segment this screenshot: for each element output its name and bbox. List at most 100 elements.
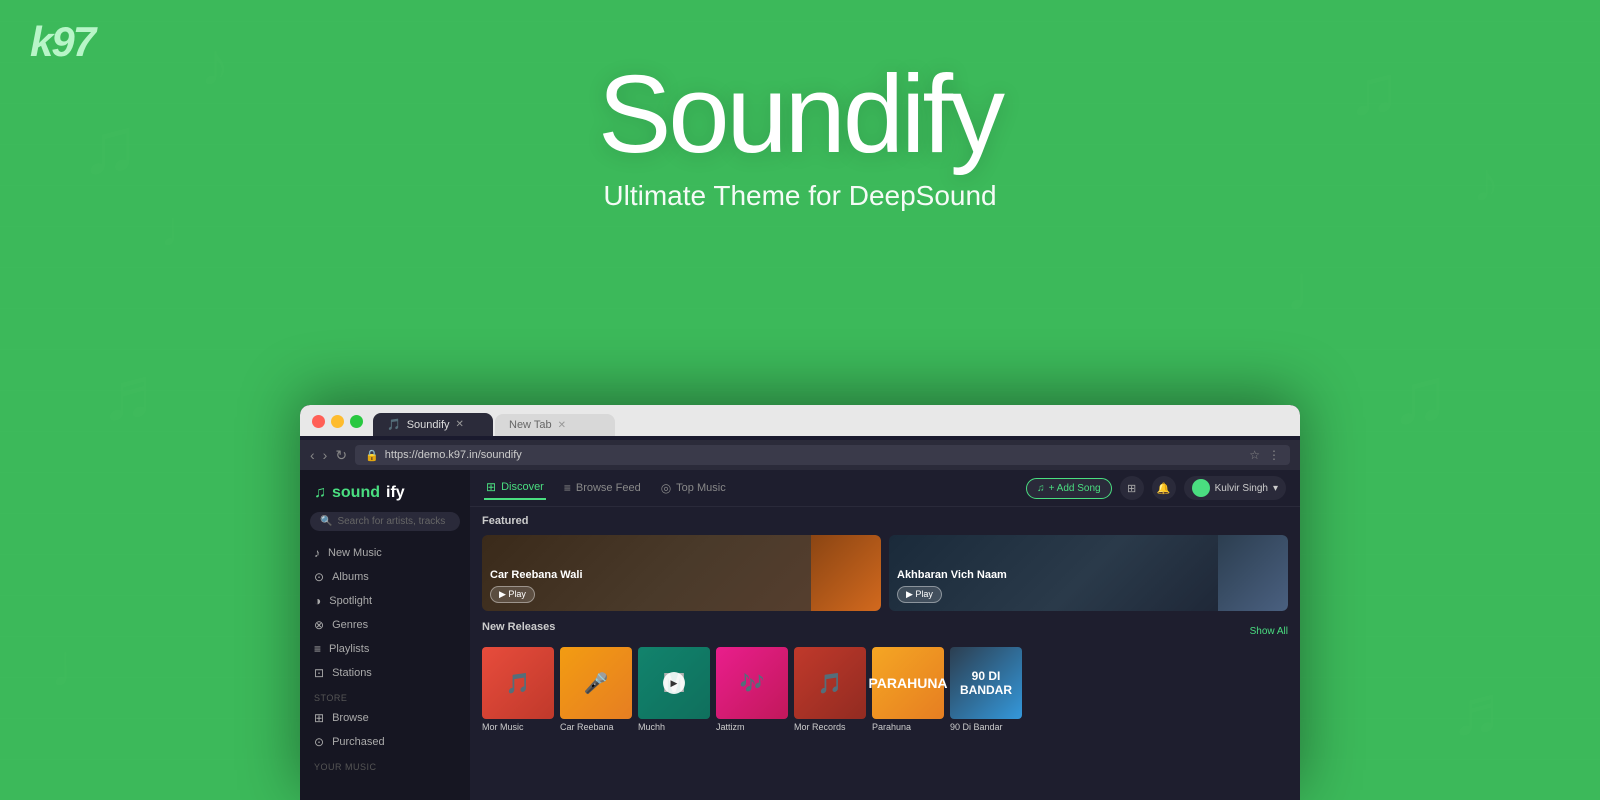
- playlists-icon: ≡: [314, 642, 321, 656]
- grid-icon: ⊞: [1127, 482, 1136, 495]
- featured-play-2[interactable]: ▶ Play: [897, 586, 942, 603]
- user-name: Kulvir Singh: [1215, 483, 1268, 494]
- top-music-tab-icon: ◎: [661, 481, 671, 495]
- featured-play-1[interactable]: ▶ Play: [490, 586, 535, 603]
- bookmark-icon[interactable]: ☆: [1249, 448, 1260, 462]
- user-menu-button[interactable]: Kulvir Singh ▾: [1184, 476, 1286, 500]
- hero-title: Soundify: [0, 60, 1600, 170]
- release-card-7[interactable]: 90 DI BANDAR 90 Di Bandar: [950, 647, 1022, 732]
- hero-section: Soundify Ultimate Theme for DeepSound: [0, 60, 1600, 212]
- spotlight-icon: ◑: [314, 594, 321, 608]
- logo-text-colored: sound: [332, 484, 380, 502]
- release-thumb-wrap-6: PARAHUNA: [872, 647, 944, 719]
- featured-info-1: Car Reebana Wali ▶ Play: [490, 569, 583, 603]
- menu-icon[interactable]: ⋮: [1268, 448, 1280, 462]
- sidebar-item-new-music[interactable]: ♪ New Music: [300, 541, 470, 565]
- user-avatar: [1192, 479, 1210, 497]
- sidebar-item-genres[interactable]: ⊗ Genres: [300, 613, 470, 637]
- app-content: ♫ soundify 🔍 Search for artists, tracks …: [300, 470, 1300, 800]
- release-title-7: 90 Di Bandar: [950, 722, 1022, 732]
- hero-subtitle: Ultimate Theme for DeepSound: [0, 180, 1600, 212]
- show-all-link[interactable]: Show All: [1250, 626, 1288, 637]
- release-card-1[interactable]: 🎵 Mor Music: [482, 647, 554, 732]
- inactive-tab[interactable]: New Tab ✕: [495, 414, 615, 436]
- search-icon: 🔍: [320, 516, 332, 527]
- sidebar-label-spotlight: Spotlight: [329, 595, 372, 607]
- featured-card-2[interactable]: Akhbaran Vich Naam ▶ Play: [889, 535, 1288, 611]
- new-music-icon: ♪: [314, 546, 320, 560]
- purchased-icon: ⊙: [314, 735, 324, 749]
- sidebar-label-purchased: Purchased: [332, 736, 385, 748]
- release-card-4[interactable]: 🎶 Jattizm: [716, 647, 788, 732]
- back-button[interactable]: ‹: [310, 447, 315, 463]
- featured-title-1: Car Reebana Wali: [490, 569, 583, 581]
- releases-grid: 🎵 Mor Music 🎤 Car Reebana M: [482, 647, 1288, 732]
- app-topnav: ⊞ Discover ≡ Browse Feed ◎ Top Music ♫ +…: [470, 470, 1300, 507]
- sidebar-label-new-music: New Music: [328, 547, 382, 559]
- release-thumb-wrap-2: 🎤: [560, 647, 632, 719]
- tab-discover[interactable]: ⊞ Discover: [484, 476, 546, 500]
- address-text: https://demo.k97.in/soundify: [385, 449, 522, 461]
- logo-text-plain: ify: [386, 484, 405, 502]
- sidebar: ♫ soundify 🔍 Search for artists, tracks …: [300, 470, 470, 800]
- featured-section-title: Featured: [482, 515, 1288, 527]
- featured-thumb-1: [811, 535, 881, 611]
- release-title-2: Car Reebana: [560, 722, 632, 732]
- release-title-4: Jattizm: [716, 722, 788, 732]
- sidebar-item-browse[interactable]: ⊞ Browse: [300, 706, 470, 730]
- main-area: ⊞ Discover ≡ Browse Feed ◎ Top Music ♫ +…: [470, 470, 1300, 800]
- play-circle-3: ▶: [663, 672, 685, 694]
- add-song-icon: ♫: [1037, 483, 1045, 494]
- reload-button[interactable]: ↻: [335, 447, 347, 464]
- sidebar-item-stations[interactable]: ⊡ Stations: [300, 661, 470, 685]
- k97-logo: k97: [30, 18, 94, 66]
- featured-card-1[interactable]: Car Reebana Wali ▶ Play: [482, 535, 881, 611]
- albums-icon: ⊙: [314, 570, 324, 584]
- release-title-6: Parahuna: [872, 722, 944, 732]
- release-thumb-wrap-7: 90 DI BANDAR: [950, 647, 1022, 719]
- release-card-3[interactable]: M ▶ Muchh: [638, 647, 710, 732]
- close-button[interactable]: [312, 415, 325, 428]
- browse-icon: ⊞: [314, 711, 324, 725]
- sidebar-item-albums[interactable]: ⊙ Albums: [300, 565, 470, 589]
- inactive-tab-close-icon[interactable]: ✕: [558, 420, 566, 431]
- tab-browse-feed[interactable]: ≡ Browse Feed: [562, 477, 643, 499]
- release-card-2[interactable]: 🎤 Car Reebana: [560, 647, 632, 732]
- active-tab-label: Soundify: [407, 419, 450, 431]
- browser-chrome: 🎵 Soundify ✕ New Tab ✕: [300, 405, 1300, 436]
- release-play-overlay-3: ▶: [638, 647, 710, 719]
- sidebar-item-playlists[interactable]: ≡ Playlists: [300, 637, 470, 661]
- search-box[interactable]: 🔍 Search for artists, tracks: [310, 512, 460, 531]
- sidebar-item-purchased[interactable]: ⊙ Purchased: [300, 730, 470, 754]
- forward-button[interactable]: ›: [323, 447, 328, 463]
- browser-tabs: 🎵 Soundify ✕ New Tab ✕: [373, 413, 615, 436]
- genres-icon: ⊗: [314, 618, 324, 632]
- release-thumb-1: 🎵: [482, 647, 554, 719]
- tab-discover-label: Discover: [501, 481, 544, 493]
- featured-title-2: Akhbaran Vich Naam: [897, 569, 1007, 581]
- release-card-6[interactable]: PARAHUNA Parahuna: [872, 647, 944, 732]
- add-song-button[interactable]: ♫ + Add Song: [1026, 478, 1112, 499]
- minimize-button[interactable]: [331, 415, 344, 428]
- maximize-button[interactable]: [350, 415, 363, 428]
- address-field[interactable]: 🔒 https://demo.k97.in/soundify ☆ ⋮: [355, 445, 1290, 465]
- active-tab[interactable]: 🎵 Soundify ✕: [373, 413, 493, 436]
- featured-thumb-2: [1218, 535, 1288, 611]
- featured-info-2: Akhbaran Vich Naam ▶ Play: [897, 569, 1007, 603]
- release-thumb-2: 🎤: [560, 647, 632, 719]
- sidebar-item-spotlight[interactable]: ◑ Spotlight: [300, 589, 470, 613]
- release-thumb-5: 🎵: [794, 647, 866, 719]
- browser-window: 🎵 Soundify ✕ New Tab ✕ ‹ › ↻ 🔒 https://d…: [300, 405, 1300, 800]
- tab-favicon: 🎵: [387, 418, 401, 431]
- notifications-button[interactable]: 🔔: [1152, 476, 1176, 500]
- topnav-right: ♫ + Add Song ⊞ 🔔 Kulvir Singh ▾: [1026, 476, 1286, 500]
- release-title-1: Mor Music: [482, 722, 554, 732]
- tab-close-icon[interactable]: ✕: [456, 419, 464, 430]
- content-area: Featured Car Reebana Wali ▶ Play Akhbara…: [470, 507, 1300, 740]
- discover-tab-icon: ⊞: [486, 480, 496, 494]
- grid-view-button[interactable]: ⊞: [1120, 476, 1144, 500]
- your-music-section-label: YOUR MUSIC: [300, 754, 470, 775]
- sidebar-label-albums: Albums: [332, 571, 369, 583]
- tab-top-music[interactable]: ◎ Top Music: [659, 477, 728, 499]
- release-card-5[interactable]: 🎵 Mor Records: [794, 647, 866, 732]
